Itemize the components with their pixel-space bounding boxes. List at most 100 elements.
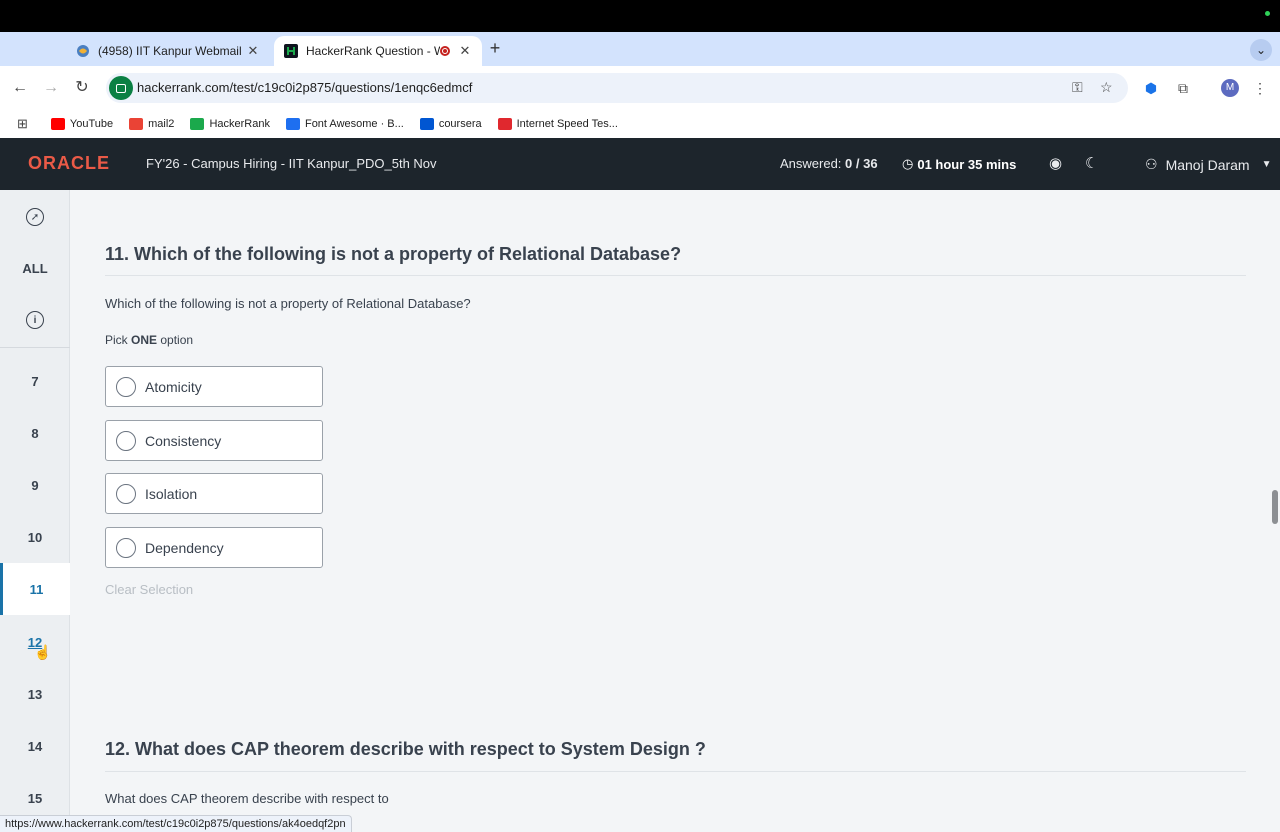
bookmark-youtube[interactable]: YouTube [50, 118, 113, 130]
bookmark-label: Internet Speed Tes... [516, 118, 618, 130]
hand-cursor-icon: ☝ [34, 644, 52, 660]
bookmark-speed-test[interactable]: Internet Speed Tes... [497, 118, 618, 130]
plus-icon[interactable]: + [486, 38, 504, 59]
question-panel: 11. Which of the following is not a prop… [70, 190, 1280, 832]
back-arrow-icon[interactable]: ← [10, 78, 30, 98]
bookmark-mail2[interactable]: mail2 [129, 118, 174, 130]
oracle-logo: ORACLE [28, 153, 110, 173]
test-header: ORACLE FY'26 - Campus Hiring - IIT Kanpu… [0, 138, 1280, 190]
hackerrank-icon [190, 118, 205, 130]
option-dependency[interactable]: Dependency [105, 527, 323, 568]
radio-button[interactable] [116, 376, 136, 397]
recording-icon [440, 46, 450, 56]
puzzle-icon[interactable]: ⧉ [1173, 78, 1193, 98]
chevron-down-icon[interactable]: ⌄ [1250, 39, 1272, 61]
question-link-8[interactable]: 8 [0, 407, 70, 459]
user-name: Manoj Daram [1165, 156, 1250, 173]
os-menu-bar [0, 0, 1280, 32]
eye-icon[interactable]: ◉ [1049, 154, 1062, 172]
option-atomicity[interactable]: Atomicity [105, 366, 323, 407]
tab-title: HackerRank Question - W [306, 44, 440, 58]
key-icon[interactable]: ⚿ [1072, 79, 1083, 96]
pick-strong: ONE [131, 333, 158, 347]
link-status-bar: https://www.hackerrank.com/test/c19c0i2p… [0, 815, 352, 832]
hackerrank-favicon-icon [284, 44, 298, 58]
apps-grid-icon[interactable]: ⊞ [17, 116, 28, 132]
speedometer-icon [497, 118, 512, 130]
all-label: ALL [22, 260, 48, 276]
option-consistency[interactable]: Consistency [105, 420, 323, 461]
option-label: Dependency [145, 539, 224, 556]
answered-count: Answered: 0 / 36 [780, 156, 878, 171]
url-text[interactable]: hackerrank.com/test/c19c0i2p875/question… [137, 80, 472, 95]
answered-value: 0 / 36 [845, 156, 878, 171]
bookmark-hackerrank[interactable]: HackerRank [190, 118, 270, 130]
address-bar[interactable]: hackerrank.com/test/c19c0i2p875/question… [106, 73, 1128, 103]
bookmark-label: HackerRank [209, 118, 270, 130]
site-info-icon[interactable] [109, 76, 133, 100]
tab-title: (4958) IIT Kanpur Webmail :: [98, 44, 246, 58]
forward-arrow-icon[interactable]: → [41, 78, 61, 98]
question-title: 11. Which of the following is not a prop… [105, 244, 682, 264]
avatar[interactable]: M [1221, 79, 1239, 97]
timer: ◷ 01 hour 35 mins [902, 156, 1016, 172]
radio-button[interactable] [116, 430, 136, 451]
extension-shield-icon[interactable]: ⬢ [1141, 78, 1161, 98]
question-link-7[interactable]: 7 [0, 355, 70, 407]
youtube-icon [50, 118, 65, 130]
question-text: What does CAP theorem describe with resp… [105, 791, 389, 806]
divider [105, 275, 1246, 276]
tab-hackerrank[interactable]: HackerRank Question - W ✕ [274, 36, 482, 66]
divider [105, 771, 1246, 772]
info-icon: i [26, 311, 44, 329]
bookmark-font-awesome[interactable]: Font Awesome · B... [285, 118, 404, 130]
font-awesome-icon [285, 118, 300, 130]
coursera-icon [419, 118, 434, 130]
divider [0, 347, 70, 348]
pick-instruction: Pick ONE option [105, 333, 193, 347]
radio-button[interactable] [116, 483, 136, 504]
test-title: FY'26 - Campus Hiring - IIT Kanpur_PDO_5… [146, 156, 437, 171]
option-isolation[interactable]: Isolation [105, 473, 323, 514]
webmail-favicon-icon [77, 45, 89, 57]
question-link-10[interactable]: 10 [0, 511, 70, 563]
info-button[interactable]: i [0, 310, 70, 330]
close-icon[interactable]: ✕ [458, 43, 472, 59]
timer-value: 01 hour 35 mins [917, 156, 1017, 172]
clock-icon: ◷ [902, 156, 914, 171]
radio-button[interactable] [116, 537, 136, 558]
compass-button[interactable]: ➚ [0, 207, 70, 227]
clear-selection-button[interactable]: Clear Selection [105, 582, 193, 597]
question-link-14[interactable]: 14 [0, 720, 70, 772]
reload-icon[interactable]: ↻ [72, 78, 92, 98]
browser-toolbar: ← → ↻ hackerrank.com/test/c19c0i2p875/qu… [0, 66, 1280, 110]
tab-strip: (4958) IIT Kanpur Webmail :: ✕ HackerRan… [0, 32, 1280, 66]
answered-label: Answered: [780, 156, 842, 171]
option-label: Isolation [145, 485, 198, 502]
star-icon[interactable]: ☆ [1100, 79, 1113, 96]
bookmark-coursera[interactable]: coursera [419, 118, 482, 130]
bookmark-label: coursera [438, 118, 482, 130]
question-link-13[interactable]: 13 [0, 668, 70, 720]
close-icon[interactable]: ✕ [246, 43, 260, 59]
pick-prefix: Pick [105, 333, 128, 347]
caret-down-icon: ▼ [1261, 159, 1272, 170]
moon-icon[interactable]: ☾ [1085, 154, 1098, 172]
bookmark-label: mail2 [148, 118, 175, 130]
question-title: 12. What does CAP theorem describe with … [105, 739, 706, 759]
kebab-menu-icon[interactable]: ⋮ [1250, 78, 1270, 98]
scrollbar-thumb[interactable] [1272, 490, 1278, 524]
tab-webmail[interactable]: (4958) IIT Kanpur Webmail :: ✕ [66, 36, 270, 66]
question-link-9[interactable]: 9 [0, 459, 70, 511]
question-nav: ➚ ALL i 7 8 9 10 11 12 13 14 15 [0, 190, 70, 832]
all-questions-button[interactable]: ALL [0, 258, 70, 278]
bookmarks-bar: ⊞ YouTube mail2 HackerRank Font Awesome … [0, 110, 1280, 138]
pick-suffix: option [160, 333, 194, 347]
gmail-icon [129, 118, 144, 130]
question-link-11[interactable]: 11 [0, 563, 70, 615]
camera-indicator [1265, 11, 1270, 16]
bookmark-label: Font Awesome · B... [304, 118, 404, 130]
user-menu[interactable]: ⚇ Manoj Daram ▼ [1145, 156, 1272, 173]
option-label: Atomicity [145, 378, 202, 395]
option-label: Consistency [145, 432, 222, 449]
